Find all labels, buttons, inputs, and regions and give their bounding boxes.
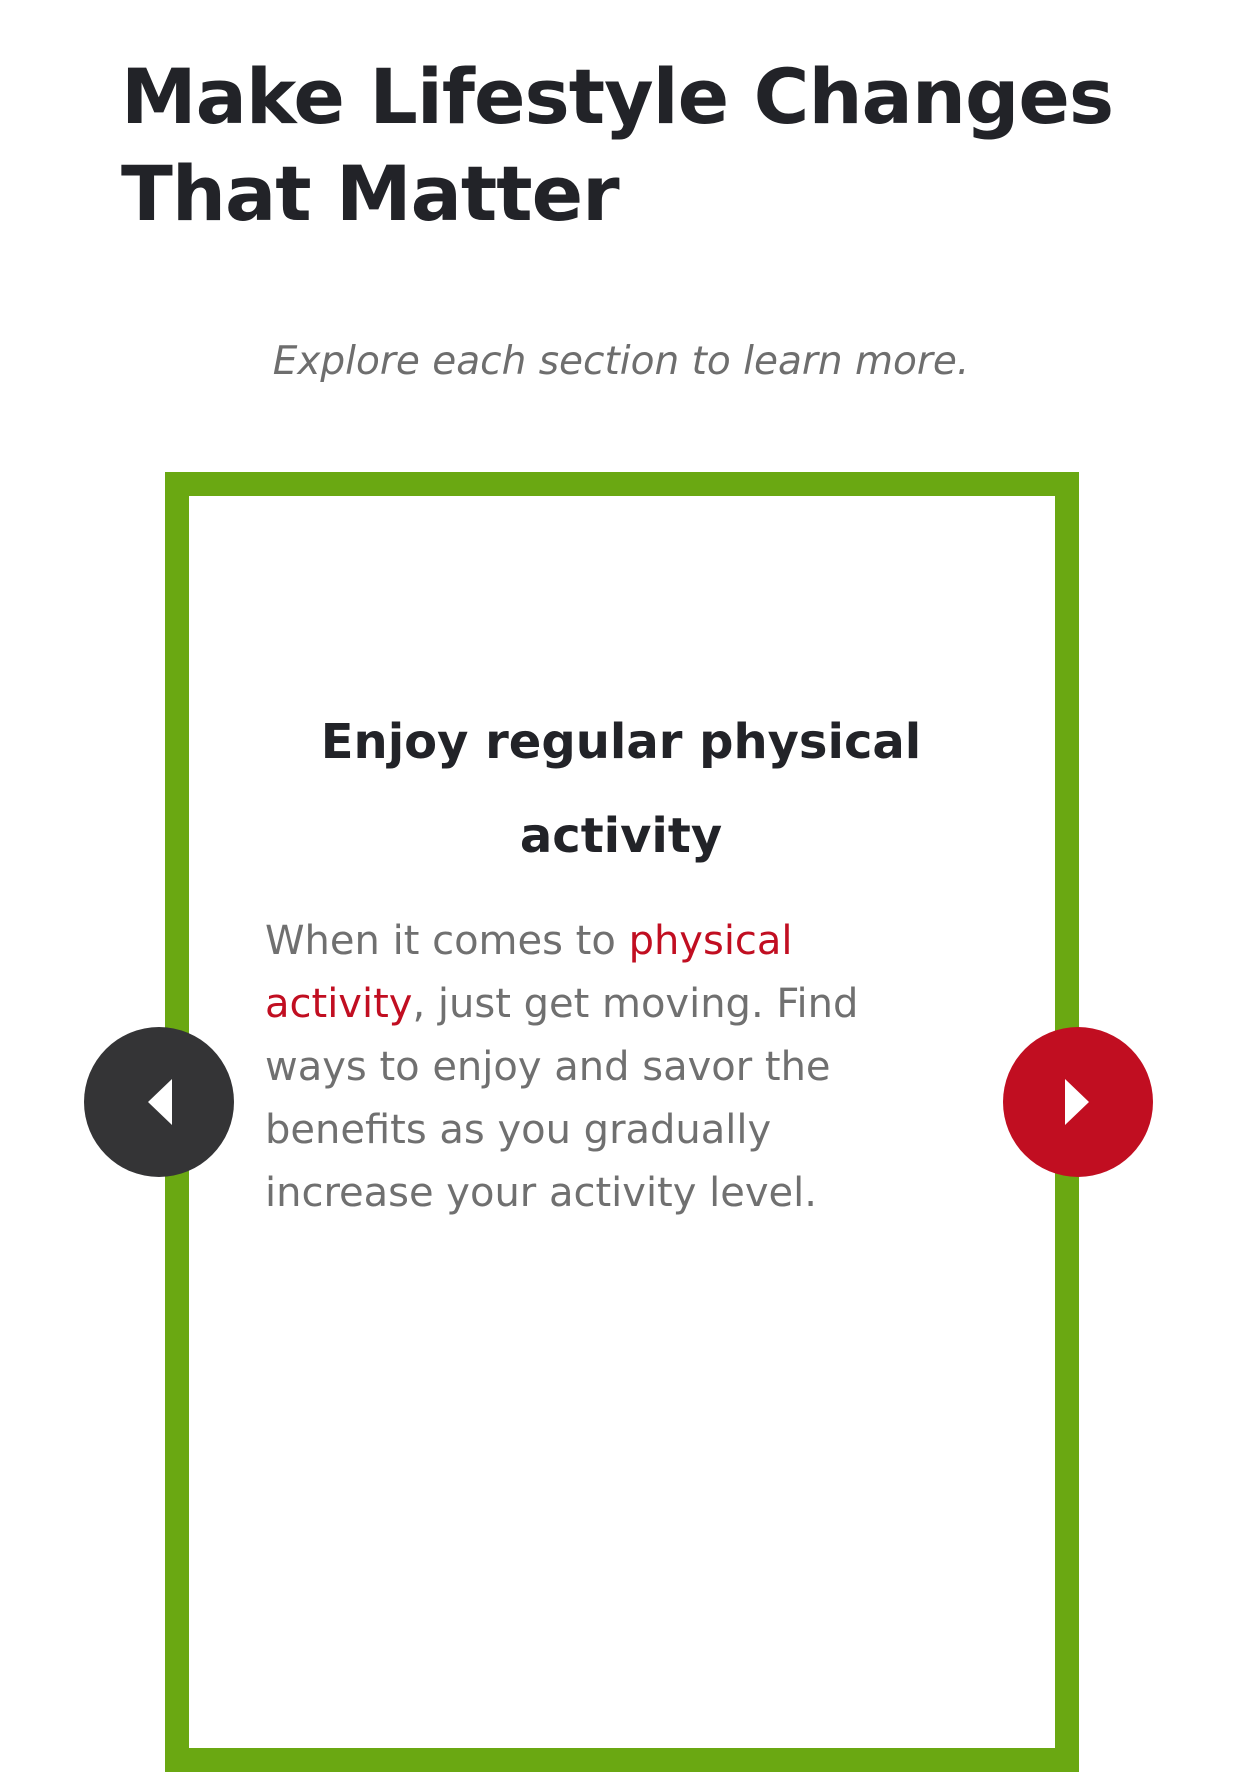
slide-body: When it comes to physical activity, just… (265, 910, 925, 1225)
slide-title: Enjoy regular physical activity (0, 695, 1242, 883)
slide-title-line-1: Enjoy regular physical (320, 714, 922, 770)
page-title-line-2: That Matter (121, 149, 620, 238)
carousel-next-button[interactable] (1003, 1027, 1153, 1177)
page-title-line-1: Make Lifestyle Changes (121, 52, 1114, 141)
caret-left-icon (144, 1077, 174, 1127)
slide-body-intro: When it comes to (265, 918, 629, 964)
carousel-prev-button[interactable] (84, 1027, 234, 1177)
section-intro-text: Explore each section to learn more. (272, 339, 970, 384)
slide-title-line-2: activity (519, 808, 723, 864)
page-title: Make Lifestyle Changes That Matter (121, 48, 1121, 242)
caret-right-icon (1063, 1077, 1093, 1127)
